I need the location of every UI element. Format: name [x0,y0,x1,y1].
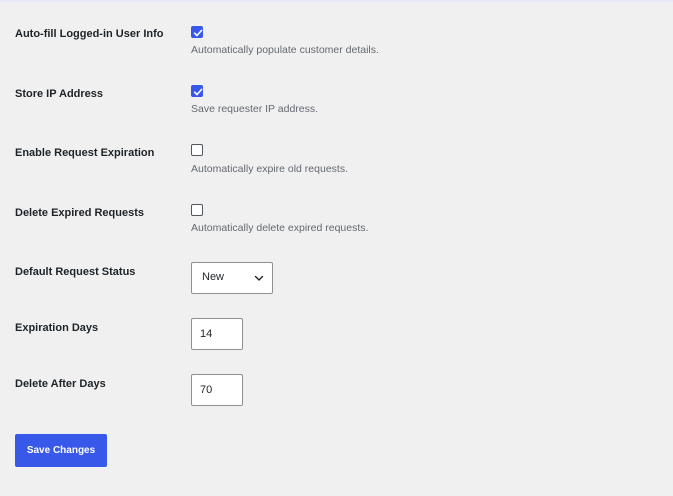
autofill-description: Automatically populate customer details. [191,44,379,56]
checkmark-icon [193,29,203,37]
default-status-label: Default Request Status [15,266,136,278]
expiration-days-input[interactable] [191,318,243,350]
store-ip-label: Store IP Address [15,88,104,100]
enable-expiration-description: Automatically expire old requests. [191,163,348,175]
autofill-label: Auto-fill Logged-in User Info [15,28,164,40]
delete-expired-description: Automatically delete expired requests. [191,222,369,234]
delete-expired-label: Delete Expired Requests [15,207,144,219]
save-changes-button[interactable]: Save Changes [15,434,107,467]
store-ip-description: Save requester IP address. [191,103,319,115]
default-status-select[interactable]: New [191,262,273,294]
autofill-checkbox[interactable] [191,26,203,38]
checkmark-icon [193,88,203,96]
delete-after-days-input[interactable] [191,374,243,406]
enable-expiration-checkbox[interactable] [191,144,203,156]
delete-expired-checkbox[interactable] [191,204,203,216]
expiration-days-label: Expiration Days [15,322,99,334]
store-ip-checkbox[interactable] [191,85,203,97]
default-status-value: New [202,271,225,283]
delete-after-days-label: Delete After Days [15,378,106,390]
enable-expiration-label: Enable Request Expiration [15,147,155,159]
chevron-down-icon [254,275,264,281]
